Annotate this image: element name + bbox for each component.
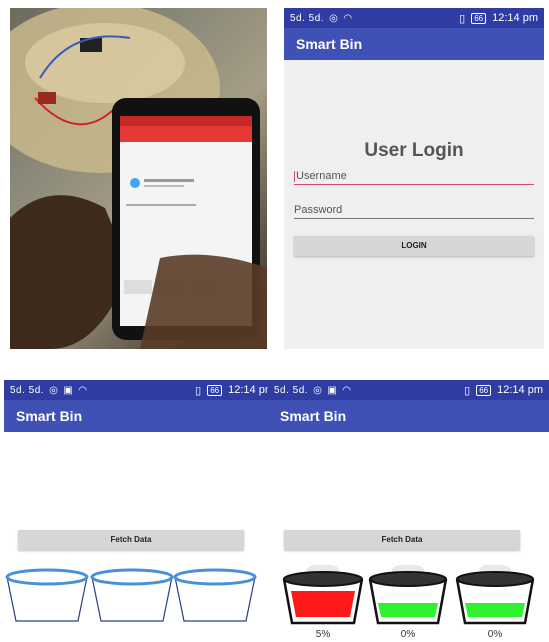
signal-indicator: 5d. 5d. <box>10 384 45 396</box>
login-button[interactable]: LOGIN <box>294 236 534 256</box>
photo-phone-in-hand <box>10 8 267 349</box>
password-field[interactable]: Password <box>294 204 534 219</box>
hotspot-icon: ◠ <box>343 12 353 24</box>
whatsapp-icon: ◎ <box>329 12 339 24</box>
bin-3-fill <box>465 603 525 617</box>
bin-2-level: 0% <box>400 629 416 640</box>
vibrate-icon: ▯ <box>459 12 466 25</box>
bin-2 <box>90 568 174 622</box>
fetch-screen-filled: 5d. 5d. ◎ ▣ ◠ ▯ 66 12:14 pm Smart Bin Fetch D… <box>268 380 549 642</box>
status-bar: 5d. 5d. ◎ ▣ ◠ ▯ 66 12:14 pm <box>4 380 280 400</box>
signal-indicator: 5d. 5d. <box>274 384 309 396</box>
bin-3 <box>455 565 535 625</box>
battery-icon: 66 <box>207 384 223 396</box>
bin-2-fill <box>378 603 438 617</box>
signal-indicator: 5d. 5d. <box>290 12 325 24</box>
fetch-data-button[interactable]: Fetch Data <box>18 530 244 550</box>
bin-1-level: 5% <box>315 629 331 640</box>
photo-illustration <box>10 8 267 349</box>
bin-3 <box>173 568 257 622</box>
whatsapp-icon: ◎ <box>49 384 59 396</box>
whatsapp-icon: ◎ <box>313 384 323 396</box>
bin-1 <box>282 565 364 625</box>
image-icon: ▣ <box>327 384 338 396</box>
password-placeholder: Password <box>294 204 343 216</box>
clock: 12:14 pm <box>492 12 538 24</box>
vibrate-icon: ▯ <box>464 384 471 397</box>
login-screen: 5d. 5d. ◎ ◠ ▯ 66 12:14 pm Smart Bin User Log… <box>284 8 544 349</box>
status-bar: 5d. 5d. ◎ ◠ ▯ 66 12:14 pm <box>284 8 544 28</box>
username-placeholder: Username <box>296 170 347 182</box>
bin-1-fill <box>291 591 355 617</box>
fetch-data-button[interactable]: Fetch Data <box>284 530 520 550</box>
hotspot-icon: ◠ <box>78 384 88 396</box>
vibrate-icon: ▯ <box>195 384 202 397</box>
battery-icon: 66 <box>476 384 492 396</box>
bin-1 <box>5 568 89 622</box>
bin-3-level: 0% <box>487 629 503 640</box>
text-cursor <box>294 170 295 182</box>
hotspot-icon: ◠ <box>342 384 352 396</box>
app-title: Smart Bin <box>4 400 280 432</box>
bins-empty <box>5 568 257 622</box>
battery-icon: 66 <box>471 12 487 24</box>
fetch-screen-empty: 5d. 5d. ◎ ▣ ◠ ▯ 66 12:14 pm Smart Bin Fetch D… <box>4 380 280 642</box>
bin-2 <box>368 565 448 625</box>
bins-filled <box>282 565 535 625</box>
login-heading: User Login <box>364 140 464 161</box>
status-bar: 5d. 5d. ◎ ▣ ◠ ▯ 66 12:14 pm <box>268 380 549 400</box>
app-title: Smart Bin <box>284 28 544 60</box>
app-title: Smart Bin <box>268 400 549 432</box>
image-icon: ▣ <box>63 384 74 396</box>
clock: 12:14 pm <box>497 384 543 396</box>
username-field[interactable]: Username <box>294 170 534 185</box>
